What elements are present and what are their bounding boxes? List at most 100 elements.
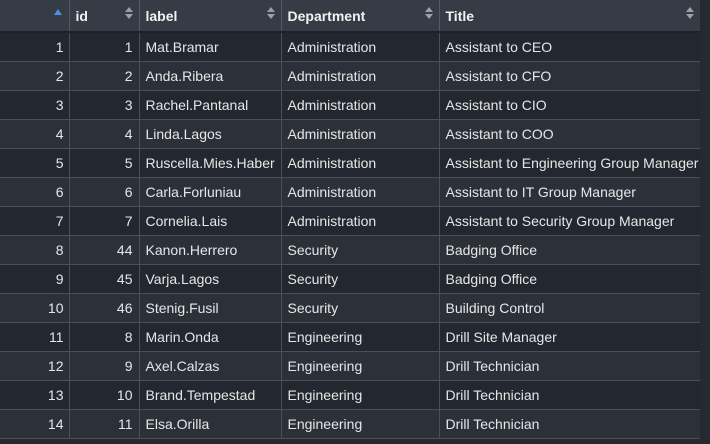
label-cell[interactable]: Linda.Lagos	[139, 119, 282, 149]
department-cell[interactable]: Administration	[281, 32, 440, 62]
title-cell[interactable]: Assistant to COO	[439, 119, 701, 149]
grid-right-edge	[700, 0, 710, 444]
label-cell[interactable]: Mat.Bramar	[139, 32, 282, 62]
id-cell[interactable]: 5	[69, 148, 140, 178]
department-cell[interactable]: Security	[281, 235, 440, 265]
row-number-cell[interactable]: 3	[0, 90, 70, 120]
title-cell[interactable]: Drill Technician	[439, 409, 701, 439]
header-row: id label Department Title	[0, 0, 701, 33]
row-number-cell[interactable]: 5	[0, 148, 70, 178]
column-header-label: id	[75, 7, 88, 24]
row-number-cell[interactable]: 2	[0, 61, 70, 91]
column-header-label-col[interactable]: label	[139, 0, 282, 33]
label-cell[interactable]: Carla.Forluniau	[139, 177, 282, 207]
id-cell[interactable]: 45	[69, 264, 140, 294]
label-cell[interactable]: Ruscella.Mies.Haber	[139, 148, 282, 178]
label-cell[interactable]: Cornelia.Lais	[139, 206, 282, 236]
table-row[interactable]: 2 2 Anda.Ribera Administration Assistant to …	[0, 61, 701, 91]
column-header-label: Department	[287, 7, 366, 24]
title-cell[interactable]: Assistant to CIO	[439, 90, 701, 120]
department-cell[interactable]: Engineering	[281, 409, 440, 439]
row-number-cell[interactable]: 12	[0, 351, 70, 381]
title-cell[interactable]: Badging Office	[439, 235, 701, 265]
label-cell[interactable]: Elsa.Orilla	[139, 409, 282, 439]
column-header-rownum[interactable]	[0, 0, 70, 33]
table-row[interactable]: 11 8 Marin.Onda Engineering Drill Site Manag…	[0, 322, 701, 352]
table-row[interactable]: 3 3 Rachel.Pantanal Administration Assistant…	[0, 90, 701, 120]
department-cell[interactable]: Administration	[281, 206, 440, 236]
column-header-department[interactable]: Department	[281, 0, 440, 33]
row-number-cell[interactable]: 4	[0, 119, 70, 149]
department-cell[interactable]: Administration	[281, 61, 440, 91]
table-row[interactable]: 13 10 Brand.Tempestad Engineering Drill Tech…	[0, 380, 701, 410]
row-number-cell[interactable]: 11	[0, 322, 70, 352]
id-cell[interactable]: 2	[69, 61, 140, 91]
title-cell[interactable]: Drill Technician	[439, 380, 701, 410]
department-cell[interactable]: Security	[281, 293, 440, 323]
table-row[interactable]: 9 45 Varja.Lagos Security Badging Office	[0, 264, 701, 294]
sort-icon	[266, 7, 275, 19]
row-number-cell[interactable]: 1	[0, 32, 70, 62]
label-cell[interactable]: Kanon.Herrero	[139, 235, 282, 265]
column-header-label: label	[145, 7, 178, 24]
label-cell[interactable]: Brand.Tempestad	[139, 380, 282, 410]
department-cell[interactable]: Administration	[281, 90, 440, 120]
label-cell[interactable]: Varja.Lagos	[139, 264, 282, 294]
column-header-id[interactable]: id	[69, 0, 140, 33]
row-number-cell[interactable]: 6	[0, 177, 70, 207]
sort-icon	[685, 7, 694, 19]
id-cell[interactable]: 44	[69, 235, 140, 265]
id-cell[interactable]: 7	[69, 206, 140, 236]
title-cell[interactable]: Building Control	[439, 293, 701, 323]
data-viewer-grid: id label Department Title 1 1 Mat.Bramar…	[0, 0, 710, 444]
title-cell[interactable]: Assistant to CEO	[439, 32, 701, 62]
department-cell[interactable]: Engineering	[281, 351, 440, 381]
id-cell[interactable]: 8	[69, 322, 140, 352]
id-cell[interactable]: 11	[69, 409, 140, 439]
sort-ascending-icon	[53, 9, 62, 15]
id-cell[interactable]: 3	[69, 90, 140, 120]
row-number-cell[interactable]: 14	[0, 409, 70, 439]
title-cell[interactable]: Assistant to IT Group Manager	[439, 177, 701, 207]
id-cell[interactable]: 4	[69, 119, 140, 149]
department-cell[interactable]: Administration	[281, 119, 440, 149]
department-cell[interactable]: Engineering	[281, 322, 440, 352]
data-table: id label Department Title 1 1 Mat.Bramar…	[0, 0, 701, 439]
id-cell[interactable]: 46	[69, 293, 140, 323]
table-row[interactable]: 4 4 Linda.Lagos Administration Assistant to …	[0, 119, 701, 149]
row-number-cell[interactable]: 8	[0, 235, 70, 265]
table-row[interactable]: 8 44 Kanon.Herrero Security Badging Office	[0, 235, 701, 265]
department-cell[interactable]: Security	[281, 264, 440, 294]
table-row[interactable]: 14 11 Elsa.Orilla Engineering Drill Technici…	[0, 409, 701, 439]
title-cell[interactable]: Assistant to Engineering Group Manager	[439, 148, 701, 178]
table-row[interactable]: 7 7 Cornelia.Lais Administration Assistant t…	[0, 206, 701, 236]
label-cell[interactable]: Anda.Ribera	[139, 61, 282, 91]
row-number-cell[interactable]: 13	[0, 380, 70, 410]
table-row[interactable]: 10 46 Stenig.Fusil Security Building Control	[0, 293, 701, 323]
id-cell[interactable]: 1	[69, 32, 140, 62]
title-cell[interactable]: Drill Technician	[439, 351, 701, 381]
id-cell[interactable]: 6	[69, 177, 140, 207]
label-cell[interactable]: Stenig.Fusil	[139, 293, 282, 323]
label-cell[interactable]: Axel.Calzas	[139, 351, 282, 381]
title-cell[interactable]: Badging Office	[439, 264, 701, 294]
table-row[interactable]: 5 5 Ruscella.Mies.Haber Administration Assis…	[0, 148, 701, 178]
table-row[interactable]: 6 6 Carla.Forluniau Administration Assistant…	[0, 177, 701, 207]
department-cell[interactable]: Administration	[281, 148, 440, 178]
table-row[interactable]: 1 1 Mat.Bramar Administration Assistant to C…	[0, 32, 701, 62]
title-cell[interactable]: Assistant to Security Group Manager	[439, 206, 701, 236]
id-cell[interactable]: 10	[69, 380, 140, 410]
label-cell[interactable]: Rachel.Pantanal	[139, 90, 282, 120]
column-header-title[interactable]: Title	[439, 0, 701, 33]
title-cell[interactable]: Drill Site Manager	[439, 322, 701, 352]
row-number-cell[interactable]: 9	[0, 264, 70, 294]
title-cell[interactable]: Assistant to CFO	[439, 61, 701, 91]
department-cell[interactable]: Engineering	[281, 380, 440, 410]
sort-icon	[124, 7, 133, 19]
department-cell[interactable]: Administration	[281, 177, 440, 207]
table-row[interactable]: 12 9 Axel.Calzas Engineering Drill Technicia…	[0, 351, 701, 381]
label-cell[interactable]: Marin.Onda	[139, 322, 282, 352]
row-number-cell[interactable]: 10	[0, 293, 70, 323]
row-number-cell[interactable]: 7	[0, 206, 70, 236]
id-cell[interactable]: 9	[69, 351, 140, 381]
